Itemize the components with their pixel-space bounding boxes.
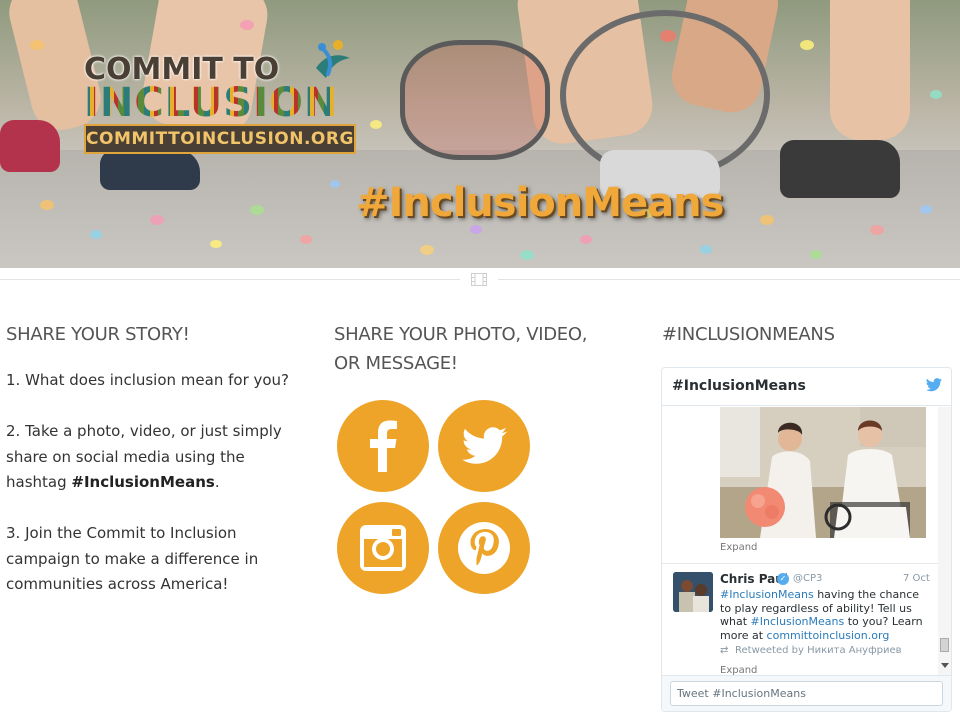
tweet-hashtag-link[interactable]: #InclusionMeans (751, 615, 845, 628)
hashtag-heading: #INCLUSIONMEANS (662, 324, 835, 345)
twitter-button[interactable] (438, 400, 530, 492)
facebook-button[interactable] (337, 400, 429, 492)
widget-title[interactable]: #InclusionMeans (672, 378, 806, 394)
tweet-hashtag-link[interactable]: #InclusionMeans (720, 588, 814, 601)
instagram-button[interactable] (337, 502, 429, 594)
confetti (470, 225, 482, 234)
confetti (520, 250, 534, 260)
confetti (700, 245, 712, 254)
expand-link[interactable]: Expand (720, 665, 757, 675)
confetti (800, 40, 814, 50)
retweet-icon: ⇄ (720, 645, 729, 656)
tweet-url-link[interactable]: committoinclusion.org (767, 629, 890, 642)
confetti (580, 235, 592, 244)
tweet-author-handle[interactable]: @CP3 (793, 573, 822, 584)
confetti (330, 180, 340, 188)
widget-header: #InclusionMeans (662, 368, 951, 406)
tweet-separator (662, 563, 938, 564)
confetti (660, 30, 676, 42)
logo-title-line2: INCLUSION (84, 80, 339, 126)
hero-photo-leg (830, 0, 910, 140)
tweet-compose-input[interactable]: Tweet #InclusionMeans (670, 681, 943, 706)
expand-link[interactable]: Expand (720, 542, 757, 553)
hero-photo-shoe (0, 120, 60, 172)
confetti (150, 215, 164, 225)
avatar[interactable] (673, 572, 713, 612)
film-icon (471, 273, 487, 286)
share-media-heading: SHARE YOUR PHOTO, VIDEO, OR MESSAGE! (334, 324, 588, 374)
scrollbar-thumb[interactable] (940, 638, 949, 652)
confetti (870, 225, 884, 235)
logo-figure-icon (316, 40, 350, 78)
confetti (30, 40, 44, 50)
twitter-widget: #InclusionMeans Expand Chris Paul ✓ @CP3… (661, 367, 952, 712)
confetti (90, 230, 102, 239)
confetti (810, 250, 822, 259)
tweet-text: #InclusionMeans having the chance to pla… (720, 588, 932, 642)
step-2-end: . (214, 473, 220, 491)
logo-url: COMMITTOINCLUSION.ORG (84, 124, 356, 154)
commit-to-inclusion-logo[interactable]: COMMIT TO INCLUSION COMMITTOINCLUSION.OR… (84, 38, 356, 156)
hero-photo-wheel (400, 40, 550, 160)
retweeted-by[interactable]: Retweeted by Никита Ануфриев (735, 645, 902, 656)
hero-photo-shoe (780, 140, 900, 198)
confetti (240, 20, 254, 30)
confetti (40, 200, 54, 210)
confetti (760, 215, 774, 225)
tweet-feed[interactable]: Expand Chris Paul ✓ @CP3 7 Oct #Inclusio… (662, 407, 938, 675)
hero-hashtag: #InclusionMeans (356, 180, 724, 226)
avatar-image (673, 572, 713, 612)
step-3: 3. Join the Commit to Inclusion campaign… (6, 524, 259, 593)
pinterest-button[interactable] (438, 502, 530, 594)
section-divider (0, 279, 460, 280)
widget-footer: Tweet #InclusionMeans (662, 675, 951, 711)
share-story-steps: 1. What does inclusion mean for you? 2. … (6, 368, 306, 623)
confetti (930, 90, 942, 99)
pinterest-icon (458, 522, 510, 574)
facebook-icon (370, 420, 397, 472)
confetti (370, 120, 382, 129)
feed-scrollbar[interactable] (938, 407, 951, 675)
step-2-hashtag: #InclusionMeans (71, 473, 215, 491)
verified-badge-icon: ✓ (777, 573, 789, 585)
twitter-icon (462, 427, 507, 464)
instagram-icon (360, 525, 406, 571)
section-divider (498, 279, 960, 280)
tweet-photo-image (720, 407, 926, 538)
tweet-photo[interactable] (720, 407, 926, 538)
step-1: 1. What does inclusion mean for you? (6, 371, 290, 389)
scroll-down-arrow-icon[interactable] (941, 663, 949, 668)
hero-banner: COMMIT TO INCLUSION COMMITTOINCLUSION.OR… (0, 0, 960, 268)
hero-photo-shoe (100, 150, 200, 190)
twitter-bird-icon[interactable] (926, 378, 942, 392)
confetti (250, 205, 264, 215)
share-story-heading: SHARE YOUR STORY! (6, 324, 190, 345)
confetti (420, 245, 434, 255)
tweet-timestamp[interactable]: 7 Oct (903, 573, 930, 584)
confetti (920, 205, 932, 214)
confetti (210, 240, 222, 248)
confetti (300, 235, 312, 244)
step-2: 2. Take a photo, video, or just simply s… (6, 419, 306, 496)
